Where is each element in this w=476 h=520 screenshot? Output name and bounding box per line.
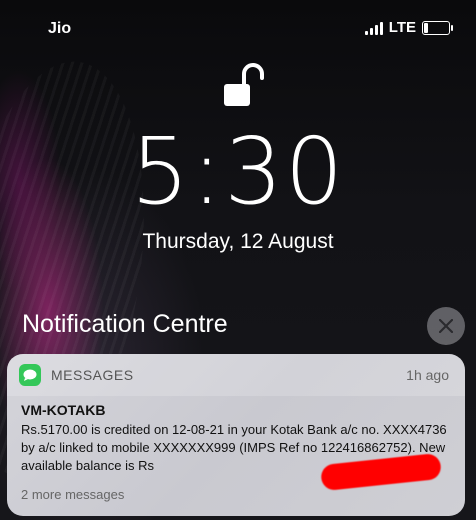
message-sender: VM-KOTAKB (21, 402, 106, 418)
status-bar: Jio LTE (0, 0, 476, 56)
battery-icon (422, 20, 453, 35)
message-text-wrapper: Rs.5170.00 is credited on 12-08-21 in yo… (21, 421, 451, 492)
notification-centre-title: Notification Centre (22, 310, 228, 338)
close-button[interactable] (427, 307, 465, 345)
unlocked-padlock-icon (224, 63, 264, 106)
notification-header: MESSAGES 1h ago (7, 354, 465, 396)
notification-body: VM-KOTAKB Rs.5170.00 is credited on 12-0… (7, 396, 465, 502)
signal-strength-icon (364, 21, 383, 35)
status-indicators: LTE (364, 19, 453, 36)
battery-level-fill (424, 22, 428, 33)
carrier-name: Jio (48, 20, 72, 37)
redaction-mark (319, 452, 443, 492)
network-type: LTE (388, 19, 416, 36)
message-notification-card[interactable]: MESSAGES 1h ago VM-KOTAKB Rs.5170.00 is … (7, 354, 465, 516)
messages-icon (19, 364, 41, 386)
notification-app-name: MESSAGES (51, 367, 134, 383)
more-messages-label: 2 more messages (21, 487, 125, 502)
notification-time: 1h ago (406, 367, 449, 383)
lock-screen-date: Thursday, 12 August (142, 230, 334, 253)
lock-screen-time: 5:30 (130, 118, 346, 225)
close-icon (439, 319, 453, 333)
